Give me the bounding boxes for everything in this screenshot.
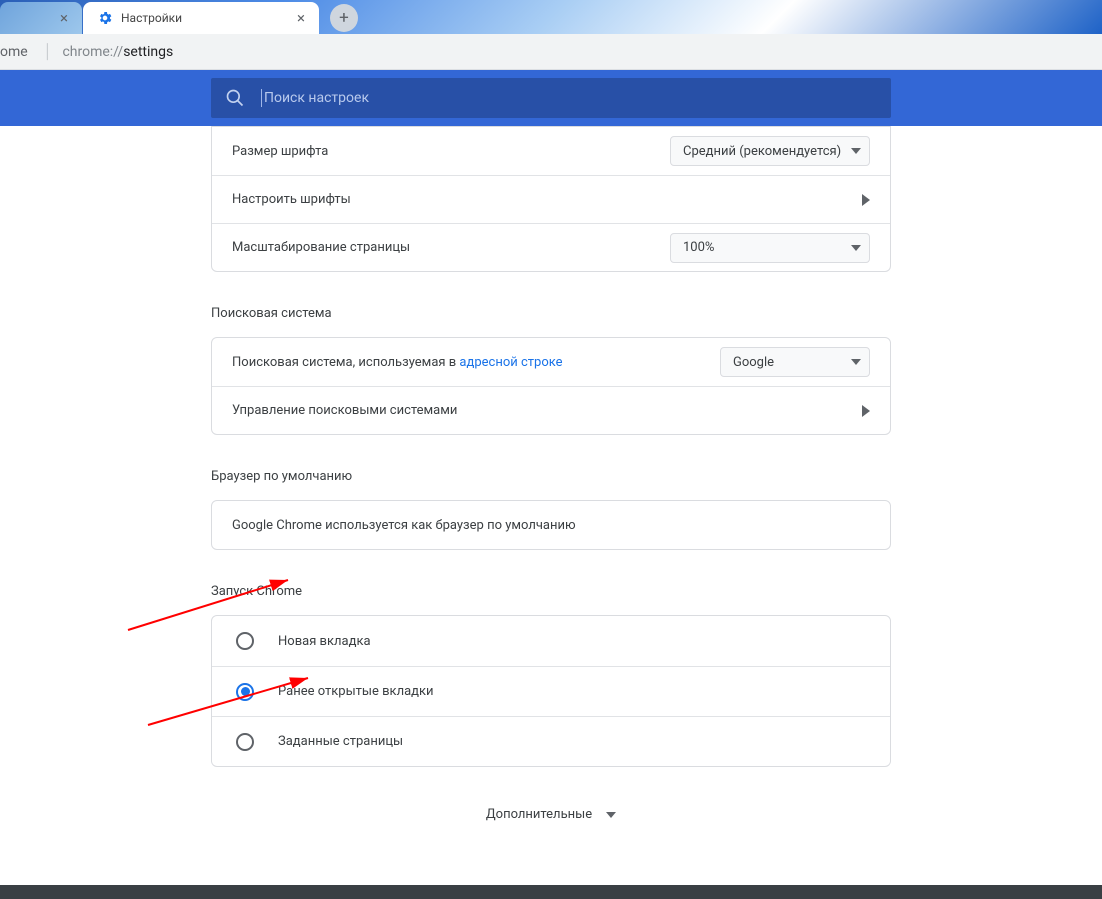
select-value: Средний (рекомендуется) <box>683 144 851 159</box>
chevron-right-icon <box>862 405 870 417</box>
tab-active-settings[interactable]: Настройки × <box>83 2 319 34</box>
gear-icon <box>97 10 113 26</box>
select-page-zoom[interactable]: 100% <box>670 233 870 263</box>
row-label: Поисковая система, используемая в адресн… <box>232 355 720 370</box>
radio-icon[interactable] <box>236 733 254 751</box>
card-appearance: Размер шрифта Средний (рекомендуется) На… <box>211 126 891 272</box>
dropdown-icon <box>851 245 861 251</box>
row-manage-search-engines[interactable]: Управление поисковыми системами <box>212 386 890 434</box>
search-placeholder: Поиск настроек <box>264 90 369 106</box>
row-font-size: Размер шрифта Средний (рекомендуется) <box>212 127 890 175</box>
row-search-engine-used: Поисковая система, используемая в адресн… <box>212 338 890 386</box>
dropdown-icon <box>851 359 861 365</box>
address-separator: │ <box>34 43 63 60</box>
advanced-toggle[interactable]: Дополнительные <box>211 807 891 822</box>
chevron-right-icon <box>862 194 870 206</box>
radio-icon[interactable] <box>236 683 254 701</box>
card-default-browser: Google Chrome используется как браузер п… <box>211 500 891 550</box>
dropdown-icon <box>606 807 616 822</box>
radio-label: Заданные страницы <box>278 734 403 749</box>
card-search-engine: Поисковая система, используемая в адресн… <box>211 337 891 435</box>
search-icon <box>225 88 245 108</box>
radio-row-specific-pages[interactable]: Заданные страницы <box>212 716 890 766</box>
text-cursor <box>261 89 262 107</box>
search-input[interactable]: Поиск настроек <box>211 78 891 118</box>
row-label-prefix: Поисковая система, используемая в <box>232 355 459 370</box>
close-icon[interactable]: × <box>56 10 72 26</box>
settings-page: Размер шрифта Средний (рекомендуется) На… <box>0 126 1102 885</box>
radio-icon[interactable] <box>236 632 254 650</box>
settings-header: Поиск настроек <box>0 70 1102 126</box>
section-title-search-engine: Поисковая система <box>211 302 891 337</box>
select-value: Google <box>733 355 851 370</box>
radio-label: Новая вкладка <box>278 634 371 649</box>
address-scheme: chrome:// <box>62 44 123 60</box>
row-customize-fonts[interactable]: Настроить шрифты <box>212 175 890 223</box>
select-font-size[interactable]: Средний (рекомендуется) <box>670 136 870 166</box>
section-title-default-browser: Браузер по умолчанию <box>211 465 891 500</box>
address-bar[interactable]: ome │ chrome://settings <box>0 34 1102 70</box>
address-path: settings <box>123 44 173 60</box>
advanced-label: Дополнительные <box>486 807 592 822</box>
address-truncated-left: ome <box>0 44 34 60</box>
row-page-zoom: Масштабирование страницы 100% <box>212 223 890 271</box>
select-value: 100% <box>683 240 851 255</box>
bottom-bar <box>0 885 1102 899</box>
tab-title: Настройки <box>121 11 287 25</box>
row-label: Управление поисковыми системами <box>232 403 862 418</box>
new-tab-button[interactable]: + <box>330 4 358 32</box>
section-title-startup: Запуск Chrome <box>211 580 891 615</box>
dropdown-icon <box>851 148 861 154</box>
row-label: Google Chrome используется как браузер п… <box>232 518 870 533</box>
tab-inactive[interactable]: × <box>0 2 82 34</box>
close-icon[interactable]: × <box>293 10 309 26</box>
radio-label: Ранее открытые вкладки <box>278 684 434 699</box>
select-search-engine[interactable]: Google <box>720 347 870 377</box>
radio-row-new-tab[interactable]: Новая вкладка <box>212 616 890 666</box>
browser-tabstrip: × Настройки × + <box>0 0 1102 34</box>
row-label: Масштабирование страницы <box>232 240 670 255</box>
row-default-browser-info: Google Chrome используется как браузер п… <box>212 501 890 549</box>
row-label: Размер шрифта <box>232 144 670 159</box>
radio-row-previously-open[interactable]: Ранее открытые вкладки <box>212 666 890 716</box>
card-startup: Новая вкладка Ранее открытые вкладки Зад… <box>211 615 891 767</box>
row-label: Настроить шрифты <box>232 192 862 207</box>
link-address-bar[interactable]: адресной строке <box>459 355 562 370</box>
